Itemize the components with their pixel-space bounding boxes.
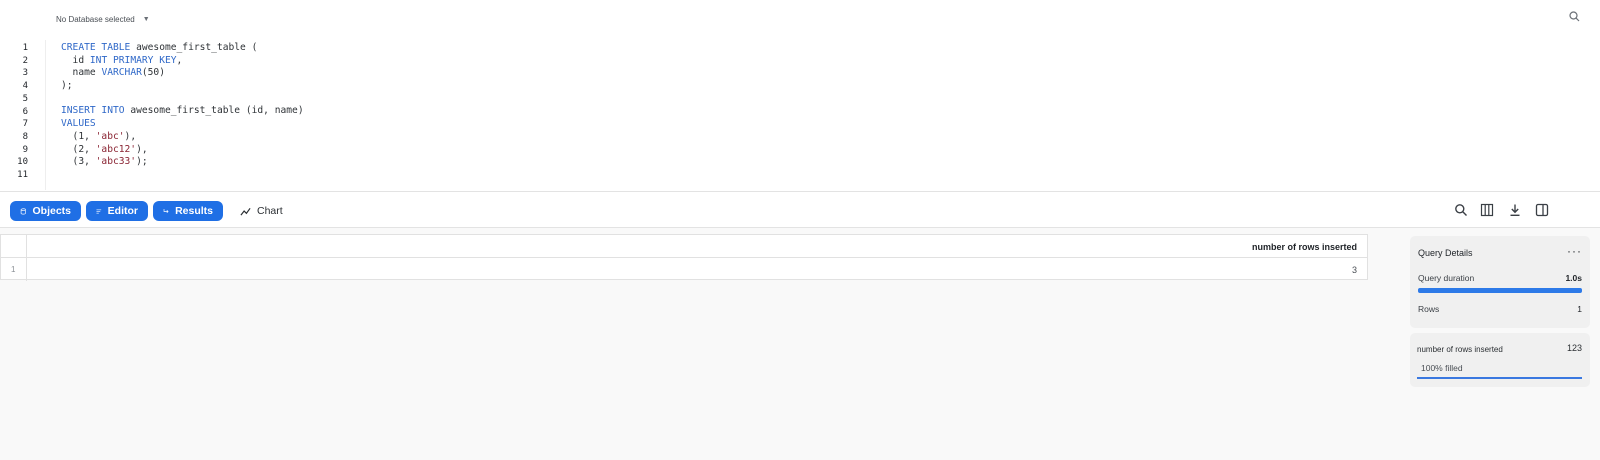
code-line: id INT PRIMARY KEY, — [61, 54, 183, 66]
line-number: 7 — [22, 119, 28, 130]
database-selector[interactable]: No Database selected ▼ — [56, 12, 150, 26]
line-number: 8 — [22, 131, 28, 142]
column-stats-name: number of rows inserted — [1417, 345, 1503, 354]
search-icon[interactable] — [1454, 203, 1468, 217]
download-icon[interactable] — [1508, 203, 1522, 217]
table-cell[interactable]: 3 — [27, 258, 1357, 281]
tab-chart-label: Chart — [257, 205, 283, 217]
code-line: (3, 'abc33'); — [61, 156, 148, 168]
sql-code-area[interactable]: CREATE TABLE awesome_first_table ( id IN… — [61, 42, 304, 182]
results-toolbar: Objects Editor Results Chart — [0, 192, 1600, 228]
tab-objects[interactable]: Objects — [10, 201, 81, 221]
column-stats-value: 123 — [1566, 343, 1582, 353]
split-panel-icon[interactable] — [1535, 203, 1549, 217]
rows-label: Rows — [1418, 304, 1440, 314]
column-header[interactable]: number of rows inserted — [27, 235, 1357, 257]
line-number: 9 — [22, 144, 28, 155]
line-number: 5 — [22, 93, 28, 104]
chart-line-icon — [240, 207, 251, 216]
lines-icon — [96, 209, 102, 213]
database-icon — [20, 207, 26, 214]
code-line: VALUES — [61, 118, 96, 130]
search-icon[interactable] — [1568, 10, 1582, 24]
tab-objects-label: Objects — [32, 205, 71, 217]
chevron-down-icon: ▼ — [142, 15, 150, 23]
line-number: 10 — [17, 157, 28, 168]
tab-results[interactable]: Results — [153, 201, 223, 221]
row-number-header — [1, 235, 27, 257]
code-line: INSERT INTO awesome_first_table (id, nam… — [61, 105, 304, 117]
code-line: ); — [61, 80, 73, 92]
query-duration-bar — [1418, 288, 1582, 293]
code-line: (2, 'abc12'), — [61, 143, 148, 155]
tab-results-label: Results — [175, 205, 213, 217]
line-number: 3 — [22, 68, 28, 79]
rows-value: 1 — [1577, 304, 1582, 314]
line-number: 11 — [17, 170, 28, 181]
line-numbers: 1 2 3 4 5 6 7 8 9 10 11 — [0, 42, 28, 182]
columns-icon[interactable] — [1480, 203, 1494, 217]
database-selector-label: No Database selected — [56, 14, 135, 24]
query-details-title: Query Details — [1418, 248, 1473, 258]
line-number: 1 — [22, 43, 28, 53]
sql-editor-pane: No Database selected ▼ 1 2 3 4 5 6 7 8 9… — [0, 0, 1600, 192]
code-line: name VARCHAR(50) — [61, 67, 165, 79]
line-number: 4 — [22, 81, 28, 92]
results-table: number of rows inserted 1 3 — [0, 234, 1368, 281]
tab-editor-label: Editor — [107, 205, 138, 217]
more-options-icon[interactable]: ··· — [1567, 244, 1582, 258]
tab-chart[interactable]: Chart — [236, 201, 287, 221]
line-number: 6 — [22, 106, 28, 117]
code-line: (1, 'abc'), — [61, 130, 137, 142]
table-header-row: number of rows inserted — [1, 235, 1367, 258]
line-number: 2 — [22, 55, 28, 66]
query-details-panel: Query Details ··· Query duration 1.0s Ro… — [1410, 236, 1590, 328]
column-fill-bar — [1417, 377, 1582, 379]
row-number: 1 — [1, 258, 27, 281]
query-duration-label: Query duration — [1418, 273, 1475, 283]
column-stats-panel[interactable]: number of rows inserted 123 100% filled — [1410, 333, 1590, 387]
arrow-return-icon — [163, 208, 169, 213]
query-duration-value: 1.0s — [1565, 273, 1582, 283]
query-duration-bar-fill — [1418, 288, 1582, 293]
code-line: CREATE TABLE awesome_first_table ( — [61, 42, 258, 53]
tab-editor[interactable]: Editor — [86, 201, 148, 221]
table-row[interactable]: 1 3 — [1, 258, 1367, 281]
column-fill-text: 100% filled — [1421, 363, 1463, 373]
